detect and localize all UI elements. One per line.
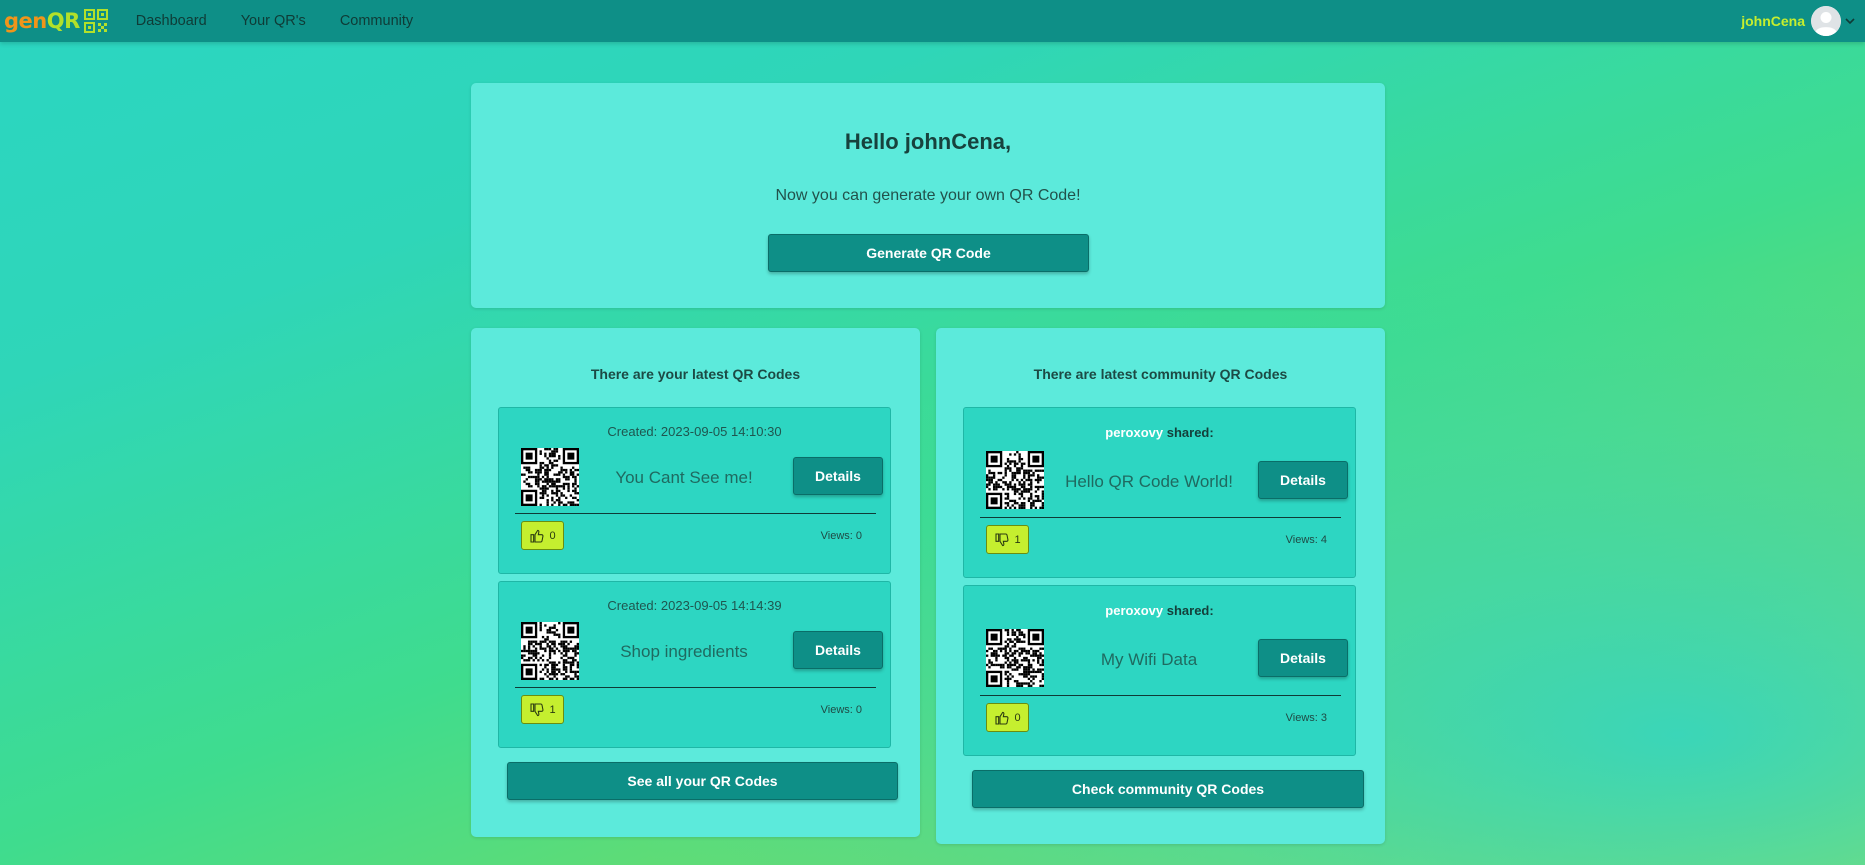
vote-button[interactable]: 1 bbox=[521, 695, 564, 724]
check-community-qr-codes-button[interactable]: Check community QR Codes bbox=[972, 770, 1364, 808]
qr-name: Shop ingredients bbox=[620, 642, 748, 661]
my-qr-codes-card: There are your latest QR Codes Created: … bbox=[471, 328, 920, 837]
views-count: Views: 0 bbox=[820, 530, 862, 542]
details-button[interactable]: Details bbox=[1258, 461, 1348, 499]
nav-links: Dashboard Your QR's Community bbox=[136, 13, 447, 29]
shared-label: shared: bbox=[1166, 425, 1214, 440]
user-avatar-icon bbox=[1811, 6, 1841, 36]
sharer-name[interactable]: peroxovy bbox=[1105, 603, 1163, 618]
logo-text: genQR bbox=[4, 9, 80, 33]
nav-your-qrs[interactable]: Your QR's bbox=[241, 13, 306, 29]
qr-name: My Wifi Data bbox=[1100, 650, 1198, 669]
qr-item: Created: 2023-09-05 14:10:30 You Cant Se… bbox=[498, 407, 891, 574]
avatar[interactable] bbox=[1811, 6, 1841, 36]
details-button[interactable]: Details bbox=[793, 631, 883, 669]
my-qr-codes-title: There are your latest QR Codes bbox=[590, 366, 801, 382]
hello-card: Hello johnCena, Now you can generate you… bbox=[471, 83, 1385, 308]
thumbs-down-icon bbox=[995, 532, 1009, 546]
thumbs-up-icon bbox=[530, 529, 544, 543]
vote-count: 1 bbox=[1014, 533, 1021, 546]
qr-logo-icon bbox=[83, 9, 108, 33]
views-count: Views: 0 bbox=[820, 704, 862, 716]
sharer-name[interactable]: peroxovy bbox=[1105, 425, 1163, 440]
qr-name: Hello QR Code World! bbox=[1065, 472, 1233, 491]
shared-label: shared: bbox=[1166, 603, 1214, 618]
qr-code-image[interactable] bbox=[986, 629, 1044, 687]
qr-code-image[interactable] bbox=[521, 622, 579, 680]
divider bbox=[980, 517, 1341, 518]
details-button[interactable]: Details bbox=[1258, 639, 1348, 677]
nav-dashboard[interactable]: Dashboard bbox=[136, 13, 207, 29]
thumbs-up-icon bbox=[995, 711, 1009, 725]
qr-code-image[interactable] bbox=[986, 451, 1044, 509]
qr-code-image[interactable] bbox=[521, 448, 579, 506]
vote-count: 1 bbox=[549, 703, 556, 716]
details-button[interactable]: Details bbox=[793, 457, 883, 495]
nav-community[interactable]: Community bbox=[340, 13, 413, 29]
generate-qr-button[interactable]: Generate QR Code bbox=[768, 234, 1089, 272]
navbar: genQR Dashboard Your QR's Community john… bbox=[0, 0, 1865, 42]
vote-button[interactable]: 0 bbox=[986, 703, 1029, 732]
shared-by: peroxovy shared: bbox=[964, 425, 1355, 440]
views-count: Views: 4 bbox=[1285, 534, 1327, 546]
vote-count: 0 bbox=[549, 529, 556, 542]
see-all-qr-codes-button[interactable]: See all your QR Codes bbox=[507, 762, 898, 800]
views-count: Views: 3 bbox=[1285, 712, 1327, 724]
chevron-down-icon[interactable] bbox=[1845, 17, 1855, 25]
qr-name: You Cant See me! bbox=[615, 468, 753, 487]
vote-count: 0 bbox=[1014, 711, 1021, 724]
community-qr-codes-card: There are latest community QR Codes pero… bbox=[936, 328, 1385, 844]
shared-by: peroxovy shared: bbox=[964, 603, 1355, 618]
hello-title: Hello johnCena, bbox=[844, 129, 1012, 154]
qr-item: Created: 2023-09-05 14:14:39 Shop ingred… bbox=[498, 581, 891, 748]
username: johnCena bbox=[1741, 13, 1805, 29]
thumbs-down-icon bbox=[530, 702, 544, 716]
divider bbox=[980, 695, 1341, 696]
community-qr-codes-title: There are latest community QR Codes bbox=[1033, 366, 1288, 382]
hello-subtitle: Now you can generate your own QR Code! bbox=[775, 187, 1081, 204]
divider bbox=[515, 687, 876, 688]
created-date: Created: 2023-09-05 14:14:39 bbox=[607, 598, 782, 613]
vote-button[interactable]: 0 bbox=[521, 521, 564, 550]
user-menu[interactable]: johnCena bbox=[1741, 0, 1855, 42]
community-qr-item: peroxovy shared: My Wifi Data Details 0 … bbox=[963, 585, 1356, 756]
vote-button[interactable]: 1 bbox=[986, 525, 1029, 554]
logo[interactable]: genQR bbox=[4, 9, 108, 33]
divider bbox=[515, 513, 876, 514]
created-date: Created: 2023-09-05 14:10:30 bbox=[607, 424, 782, 439]
community-qr-item: peroxovy shared: Hello QR Code World! De… bbox=[963, 407, 1356, 578]
